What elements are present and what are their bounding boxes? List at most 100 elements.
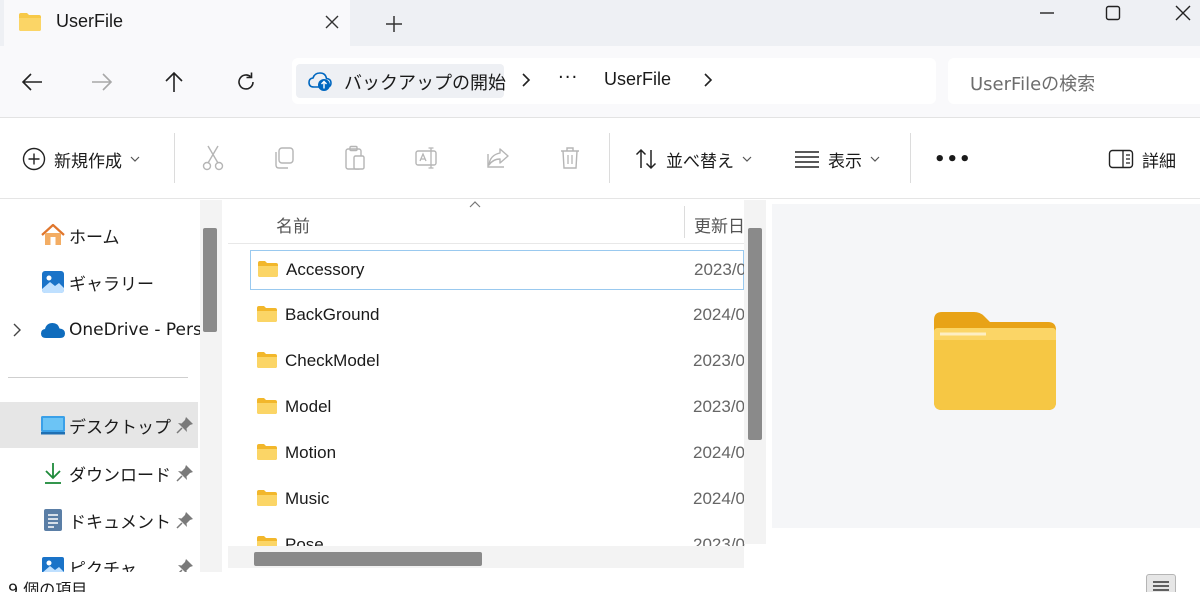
share-icon [487,148,509,168]
sort-button-label: 並べ替え [666,151,734,172]
rename-icon [415,147,437,169]
details-pane-icon [1108,149,1134,169]
download-icon [40,461,66,485]
pin-icon[interactable] [176,416,194,434]
list-view-icon [795,151,819,168]
up-button[interactable] [156,64,192,100]
delete-button[interactable] [555,143,585,173]
minimize-button[interactable] [1024,0,1070,26]
address-bar[interactable]: バックアップの開始 ··· UserFile [292,58,936,104]
paste-button[interactable] [340,143,370,173]
file-date: 2024/0 [693,305,745,324]
sidebar-item-label: ギャラリー [69,274,154,295]
table-row[interactable]: Music 2024/0 [250,480,745,520]
column-header-row: 名前 更新日 [228,200,745,244]
column-resize-handle[interactable] [684,206,685,238]
tab-close-button[interactable] [318,8,346,36]
table-row[interactable]: CheckModel 2023/0 [250,342,745,382]
details-pane-label: 詳細 [1142,151,1176,172]
sidebar-item-desktop[interactable]: デスクトップ [0,402,198,448]
search-input[interactable]: UserFileの検索 [970,70,1095,96]
sidebar-item-home[interactable]: ホーム [0,212,198,258]
navigation-pane: ホーム ギャラリー OneDrive - Perso デスクトップ ダウンロード… [0,200,222,572]
gallery-icon [40,270,66,294]
sidebar-item-downloads[interactable]: ダウンロード [0,450,198,496]
rename-button[interactable] [412,143,442,173]
new-tab-button[interactable] [378,8,410,40]
documents-icon [40,508,66,532]
share-button[interactable] [483,143,513,173]
forward-button[interactable] [84,64,120,100]
chevron-right-icon[interactable] [10,323,24,337]
more-icon: ••• [934,148,972,170]
view-button[interactable]: 表示 [794,141,880,177]
more-options-button[interactable]: ••• [934,141,972,177]
horizontal-scrollbar-thumb[interactable] [254,552,482,566]
up-arrow-icon [165,71,183,92]
pin-icon[interactable] [176,464,194,482]
sidebar-item-label: OneDrive - Perso [69,320,213,340]
copy-button[interactable] [269,143,299,173]
chevron-down-icon [870,156,880,162]
column-header-name[interactable]: 名前 [276,212,310,237]
table-row[interactable]: Model 2023/0 [250,388,745,428]
sidebar-item-label: ホーム [69,227,120,248]
sidebar-item-documents[interactable]: ドキュメント [0,497,198,543]
sidebar-item-label: ドキュメント [69,512,171,533]
onedrive-backup-icon [308,72,332,91]
forward-arrow-icon [92,73,113,91]
back-button[interactable] [14,64,50,100]
sidebar-item-label: ピクチャ [69,559,137,573]
new-button-label: 新規作成 [54,151,122,172]
pin-icon[interactable] [176,558,194,572]
toolbar-divider [174,133,175,183]
item-count: 9 個の項目 [8,580,88,592]
toolbar-divider [910,133,911,183]
sidebar-item-pictures[interactable]: ピクチャ [0,544,198,572]
file-date: 2023/0 [693,397,745,416]
breadcrumb-chevron[interactable] [520,70,532,90]
details-pane-button[interactable]: 詳細 [1108,141,1176,177]
breadcrumb-chevron[interactable] [702,70,714,90]
table-row[interactable]: Motion 2024/0 [250,434,745,474]
close-window-button[interactable] [1160,0,1200,26]
tab-userfile[interactable]: UserFile [4,0,350,46]
sidebar-item-onedrive[interactable]: OneDrive - Perso [0,307,212,353]
details-view-toggle[interactable] [1146,574,1176,592]
search-box[interactable]: UserFileの検索 [948,58,1200,104]
pin-icon[interactable] [176,511,194,529]
refresh-button[interactable] [228,64,264,100]
trash-icon [561,147,579,169]
clipboard-icon [345,145,365,170]
plus-icon [386,16,402,32]
file-list: 名前 更新日 Accessory 2023/0 BackGround 2024/… [228,200,766,572]
close-icon [325,15,339,29]
sidebar-item-gallery[interactable]: ギャラリー [0,259,198,305]
vertical-scrollbar-thumb[interactable] [748,228,762,440]
chevron-down-icon [130,156,140,162]
table-row[interactable]: Accessory 2023/0 [250,250,746,290]
file-name: Motion [285,443,337,462]
add-circle-icon [22,147,46,171]
maximize-icon [1105,5,1121,21]
cut-button[interactable] [198,143,228,173]
sort-button[interactable]: 並べ替え [634,141,752,177]
table-row[interactable]: BackGround 2024/0 [250,296,745,336]
column-header-date[interactable]: 更新日 [694,212,745,237]
sort-icon [635,148,657,170]
chevron-down-icon [742,156,752,162]
sidebar-scrollbar-thumb[interactable] [203,228,217,332]
maximize-button[interactable] [1090,0,1136,26]
file-date: 2024/0 [693,443,745,462]
refresh-icon [238,72,254,90]
breadcrumb-userfile[interactable]: UserFile [604,69,671,90]
file-date: 2024/0 [693,489,745,508]
details-view-icon [1153,581,1169,591]
pictures-icon [40,555,66,572]
breadcrumb-overflow[interactable]: ··· [558,67,578,88]
home-icon [40,223,66,247]
new-button[interactable]: 新規作成 [22,141,140,177]
breadcrumb-backup-label: バックアップの開始 [344,73,506,94]
status-bar: 9 個の項目 [0,572,1200,592]
breadcrumb-backup[interactable]: バックアップの開始 [296,64,506,98]
